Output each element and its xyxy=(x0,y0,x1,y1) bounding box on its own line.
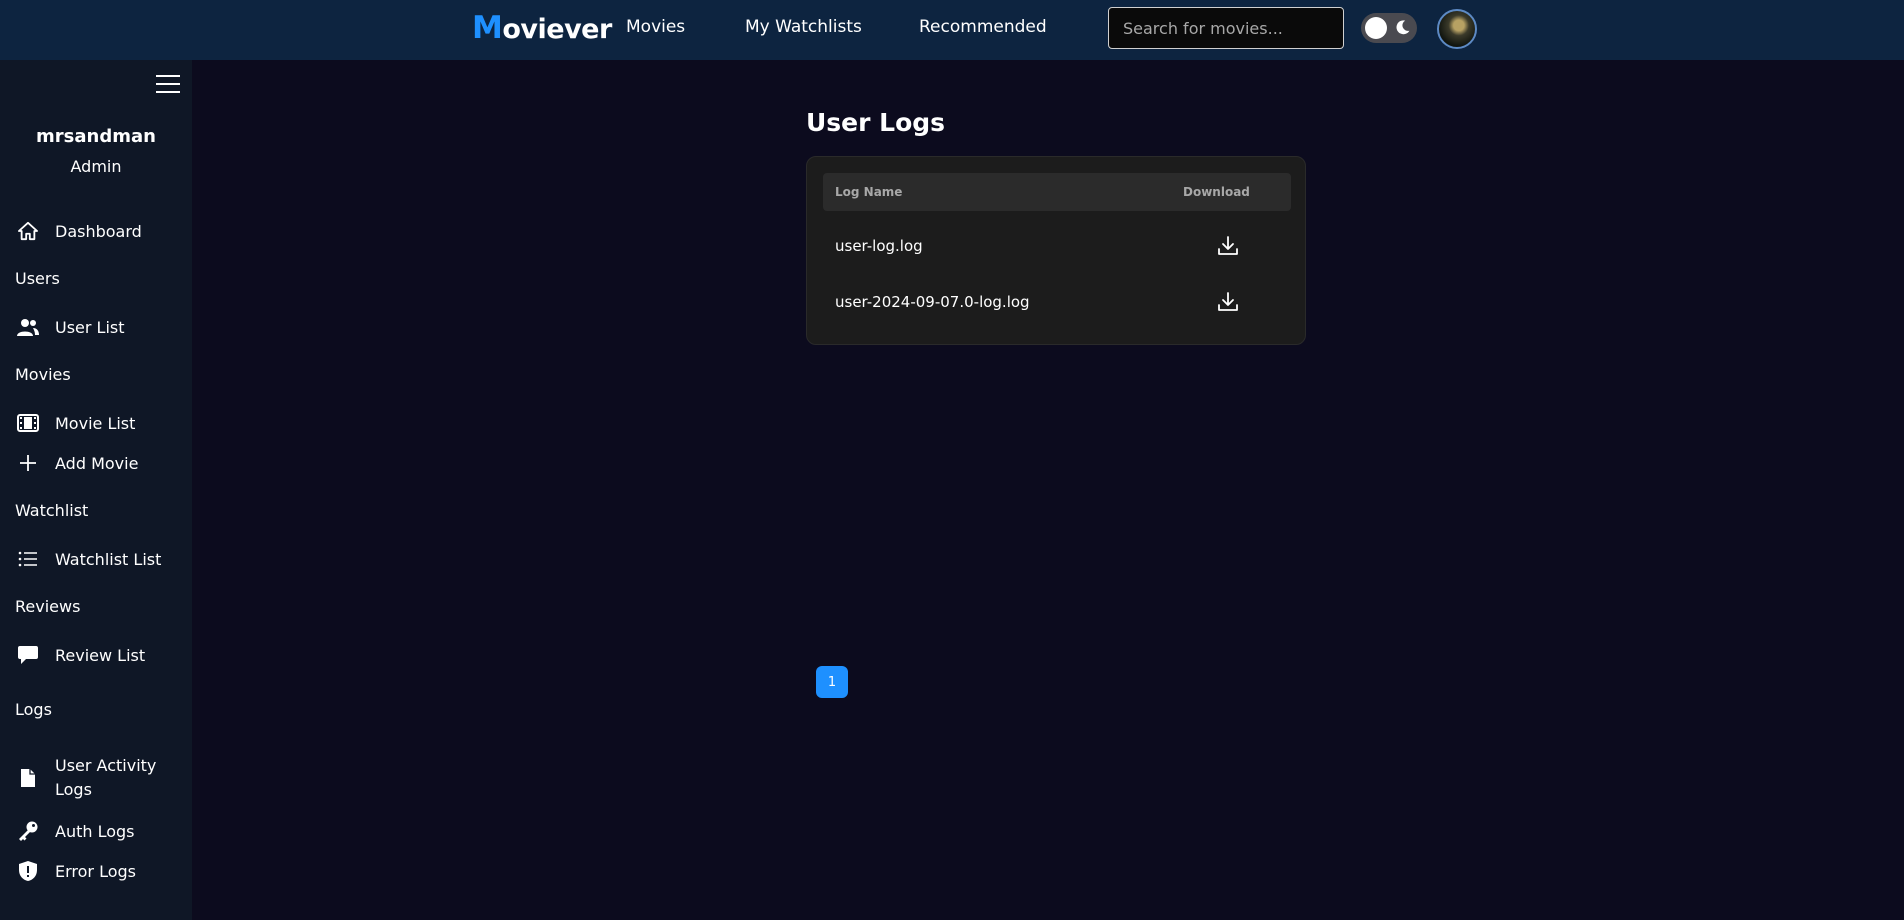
theme-toggle[interactable] xyxy=(1361,13,1417,43)
page-title: User Logs xyxy=(806,108,946,137)
section-users: Users xyxy=(15,269,60,288)
sidebar-item-label: Add Movie xyxy=(55,453,139,473)
plus-icon xyxy=(15,452,41,474)
comment-icon xyxy=(15,644,41,666)
hamburger-menu-icon[interactable] xyxy=(156,74,180,94)
brand-name: oviever xyxy=(502,14,612,45)
section-reviews: Reviews xyxy=(15,597,81,616)
shield-alert-icon xyxy=(15,860,41,882)
log-name-cell: user-log.log xyxy=(835,237,923,255)
sidebar-item-auth-logs[interactable]: Auth Logs xyxy=(15,820,135,842)
nav-movies[interactable]: Movies xyxy=(626,17,685,37)
user-avatar[interactable] xyxy=(1437,9,1477,49)
sidebar-item-label: Review List xyxy=(55,645,146,665)
log-name-cell: user-2024-09-07.0-log.log xyxy=(835,293,1030,311)
film-icon xyxy=(15,412,41,434)
sidebar-user-role: Admin xyxy=(70,157,122,176)
section-movies: Movies xyxy=(15,365,71,384)
key-icon xyxy=(15,820,41,842)
table-header: Log Name Download xyxy=(823,173,1291,211)
search-input[interactable] xyxy=(1108,7,1344,49)
table-row: user-2024-09-07.0-log.log xyxy=(823,275,1291,331)
sidebar-item-user-list[interactable]: User List xyxy=(15,316,125,338)
nav-my-watchlists[interactable]: My Watchlists xyxy=(745,17,862,37)
brand-initial: M xyxy=(472,10,503,46)
list-icon xyxy=(15,548,41,570)
column-header-download: Download xyxy=(1183,185,1250,199)
download-icon[interactable] xyxy=(1213,287,1243,317)
admin-sidebar: mrsandman Admin Dashboard Users User Lis… xyxy=(0,60,192,920)
sidebar-item-label: Dashboard xyxy=(55,221,142,241)
section-logs: Logs xyxy=(15,700,52,719)
column-header-log-name: Log Name xyxy=(835,185,903,199)
sidebar-item-movie-list[interactable]: Movie List xyxy=(15,412,135,434)
sidebar-item-label: User List xyxy=(55,317,125,337)
sidebar-item-label: Auth Logs xyxy=(55,821,135,841)
sidebar-item-error-logs[interactable]: Error Logs xyxy=(15,860,136,882)
download-icon[interactable] xyxy=(1213,231,1243,261)
sidebar-item-label: Watchlist List xyxy=(55,549,162,569)
sidebar-item-review-list[interactable]: Review List xyxy=(15,644,145,666)
sidebar-item-user-activity-logs[interactable]: User Activity Logs xyxy=(15,754,165,802)
file-icon xyxy=(15,767,41,789)
nav-recommended[interactable]: Recommended xyxy=(919,17,1047,37)
sidebar-item-dashboard[interactable]: Dashboard xyxy=(15,220,142,242)
sidebar-item-label: Error Logs xyxy=(55,861,136,881)
sidebar-username: mrsandman xyxy=(36,126,156,147)
toggle-knob xyxy=(1365,17,1387,39)
sidebar-item-label: User Activity Logs xyxy=(55,756,157,799)
sidebar-item-watchlist-list[interactable]: Watchlist List xyxy=(15,548,161,570)
logs-table-card: Log Name Download user-log.log user-2024… xyxy=(806,156,1306,345)
moon-icon xyxy=(1396,20,1410,35)
pagination-page-button[interactable]: 1 xyxy=(816,666,848,698)
users-icon xyxy=(15,316,41,338)
table-row: user-log.log xyxy=(823,219,1291,275)
home-icon xyxy=(15,220,41,242)
top-navbar: Moviever Movies My Watchlists Recommende… xyxy=(0,0,1904,60)
section-watchlist: Watchlist xyxy=(15,501,89,520)
sidebar-item-label: Movie List xyxy=(55,413,136,433)
brand-logo[interactable]: Moviever xyxy=(472,10,612,46)
sidebar-item-add-movie[interactable]: Add Movie xyxy=(15,452,138,474)
